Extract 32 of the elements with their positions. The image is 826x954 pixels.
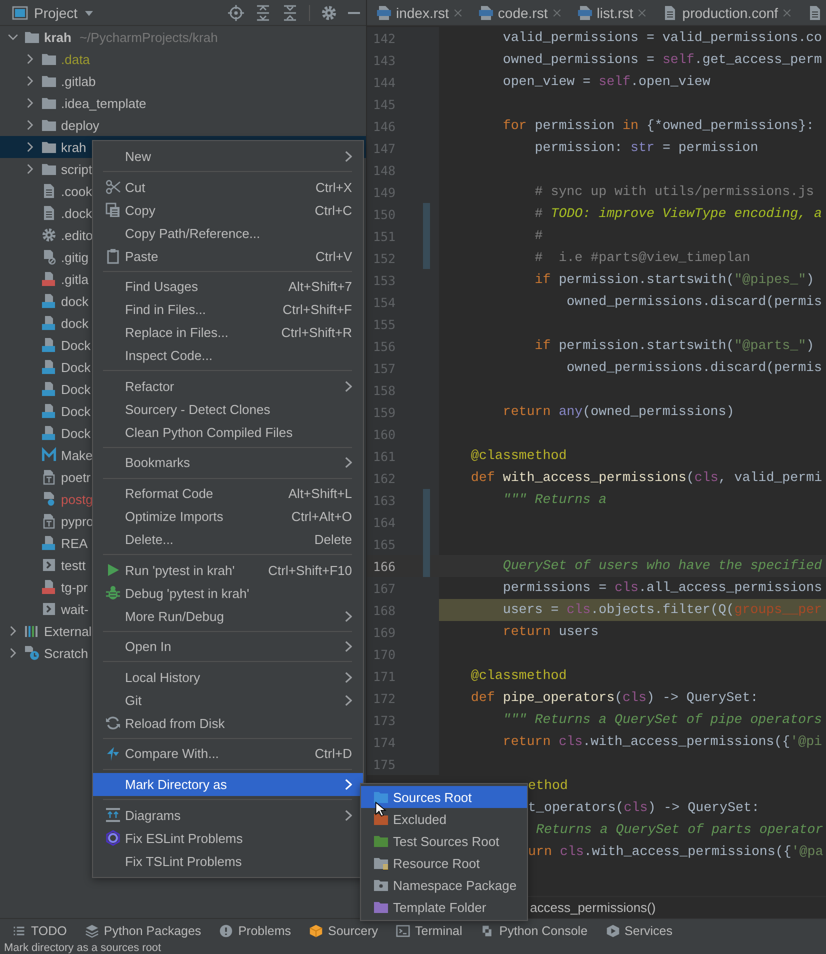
code-line: # bbox=[534, 227, 543, 245]
code-line: @classmethod bbox=[470, 447, 567, 465]
code-line: t_operators(cls) -> QuerySet: bbox=[528, 799, 760, 817]
code-line: if permission.startswith("@parts_") bbox=[534, 337, 814, 355]
code-line: open_view = self.open_view bbox=[502, 73, 710, 91]
status-text: Mark directory as a sources root bbox=[4, 942, 162, 954]
code-line: def pipe_operators(cls) -> QuerySet: bbox=[470, 689, 758, 707]
code-line: """ Returns a QuerySet of pipe operators bbox=[502, 711, 822, 729]
code-line: ethod bbox=[528, 777, 568, 795]
code-line: valid_permissions = valid_permissions.co bbox=[502, 29, 822, 47]
code-line: return any(owned_permissions) bbox=[502, 403, 734, 421]
code-line: permissions = cls.all_access_permissions bbox=[502, 579, 822, 597]
code-line: @classmethod bbox=[470, 667, 567, 685]
code-line: urn cls.with_access_permissions({'@pa bbox=[528, 843, 824, 861]
code-line: for permission in {*owned_permissions}: bbox=[502, 117, 814, 135]
code-line: # sync up with utils/permissions.js bbox=[534, 183, 814, 201]
code-line: QuerySet of users who have the specified bbox=[502, 557, 822, 575]
code-line: owned_permissions.discard(permis bbox=[566, 293, 822, 311]
line-number: 166 bbox=[372, 558, 397, 574]
code-line: def with_access_permissions(cls, valid_permi bbox=[470, 469, 822, 487]
code-line: owned_permissions = self.get_access_perm bbox=[502, 51, 822, 69]
code-line: return cls.with_access_permissions({'@pi bbox=[502, 733, 822, 751]
code-line: """ Returns a bbox=[502, 491, 607, 509]
code-line: # TODO: improve ViewType encoding, a bbox=[534, 205, 822, 223]
code-line: Returns a QuerySet of parts operator bbox=[534, 821, 824, 839]
code-line: # i.e #parts@view_timeplan bbox=[534, 249, 750, 267]
code-line: return users bbox=[502, 623, 599, 641]
code-line: permission: str = permission bbox=[534, 139, 758, 157]
code-line: owned_permissions.discard(permis bbox=[566, 359, 822, 377]
path-hint: ~/PycharmProjects/krah bbox=[79, 30, 218, 44]
code-line: if permission.startswith("@pipes_") bbox=[534, 271, 814, 289]
code-line: users = cls.objects.filter(Q(groups__per bbox=[502, 601, 822, 619]
